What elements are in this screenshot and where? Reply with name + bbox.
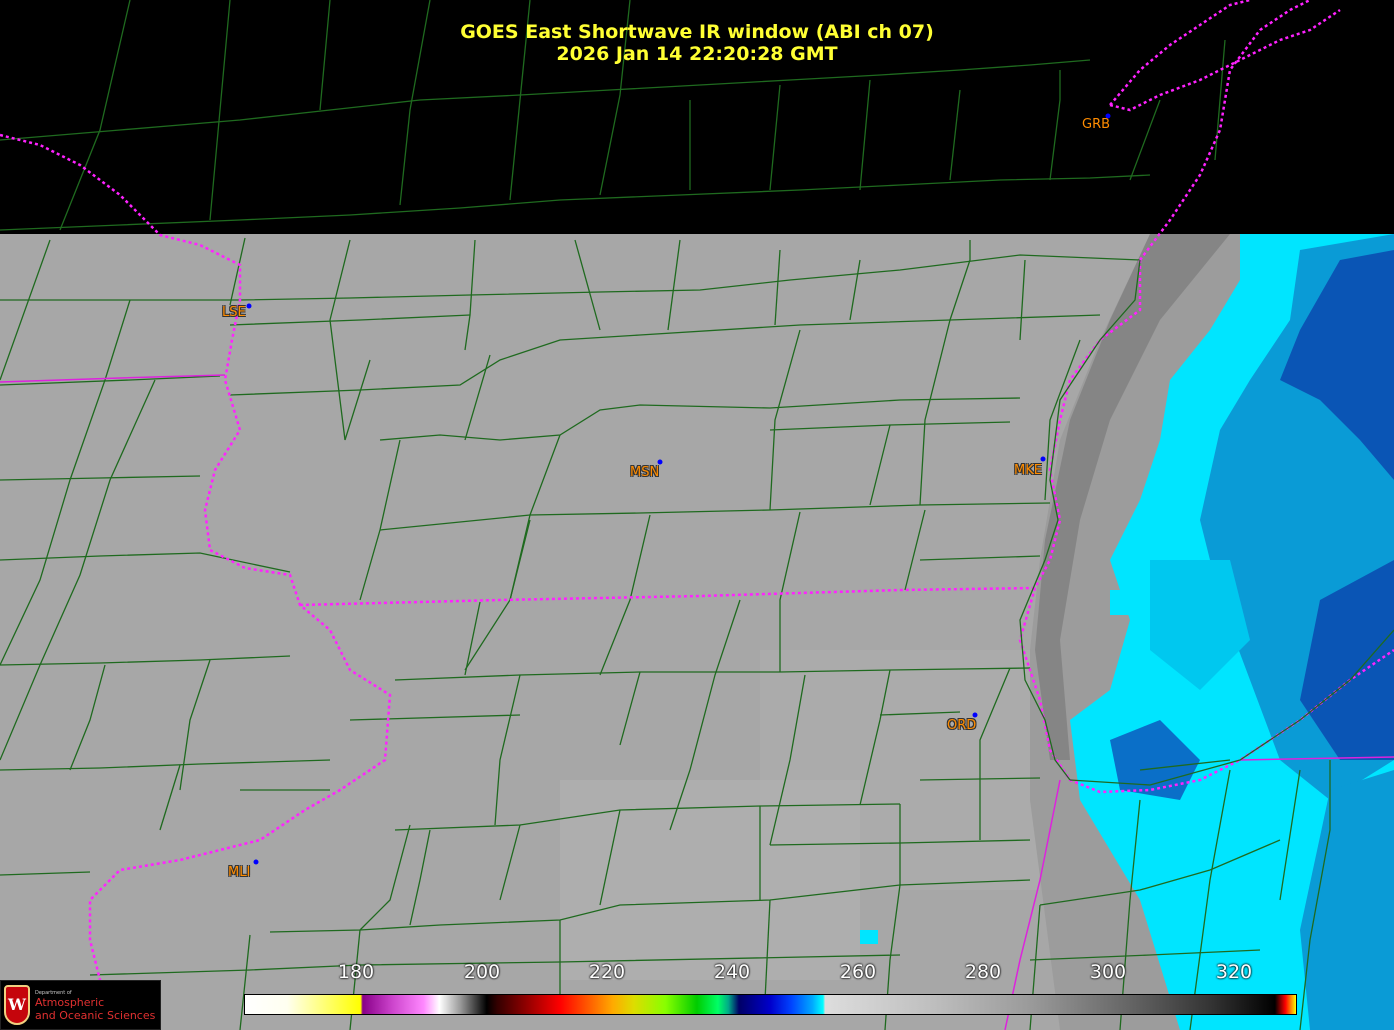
map-canvas <box>0 0 1394 1030</box>
station-label-grb: GRB <box>1082 117 1111 132</box>
station-label-ord: ORD <box>947 718 977 733</box>
temperature-colorbar <box>244 994 1297 1015</box>
colorbar-tick: 200 <box>463 961 501 983</box>
logo-line2: and Oceanic Sciences <box>35 1009 156 1022</box>
colorbar-tick: 320 <box>1215 961 1253 983</box>
msn-dot <box>657 459 663 465</box>
lse-dot <box>246 303 252 309</box>
mke-dot <box>1040 456 1046 462</box>
station-label-mli: MLI <box>228 865 251 880</box>
uw-shield-icon: W <box>4 985 30 1025</box>
chart-title: GOES East Shortwave IR window (ABI ch 07… <box>460 21 934 43</box>
station-label-mke: MKE <box>1014 463 1042 478</box>
colorbar-tick: 180 <box>337 961 375 983</box>
colorbar-tick: 280 <box>964 961 1002 983</box>
colorbar-tick: 220 <box>588 961 626 983</box>
aos-logo: W Department of Atmospheric and Oceanic … <box>0 980 161 1030</box>
mli-dot <box>253 859 259 865</box>
colorbar-tick: 260 <box>839 961 877 983</box>
station-label-msn: MSN <box>630 465 660 480</box>
colorbar-tick: 240 <box>713 961 751 983</box>
logo-line1: Atmospheric <box>35 996 105 1009</box>
chart-timestamp: 2026 Jan 14 22:20:28 GMT <box>556 43 838 65</box>
satellite-map: GOES East Shortwave IR window (ABI ch 07… <box>0 0 1394 1030</box>
colorbar-tick: 300 <box>1089 961 1127 983</box>
ord-dot <box>972 712 978 718</box>
station-label-lse: LSE <box>222 305 246 320</box>
